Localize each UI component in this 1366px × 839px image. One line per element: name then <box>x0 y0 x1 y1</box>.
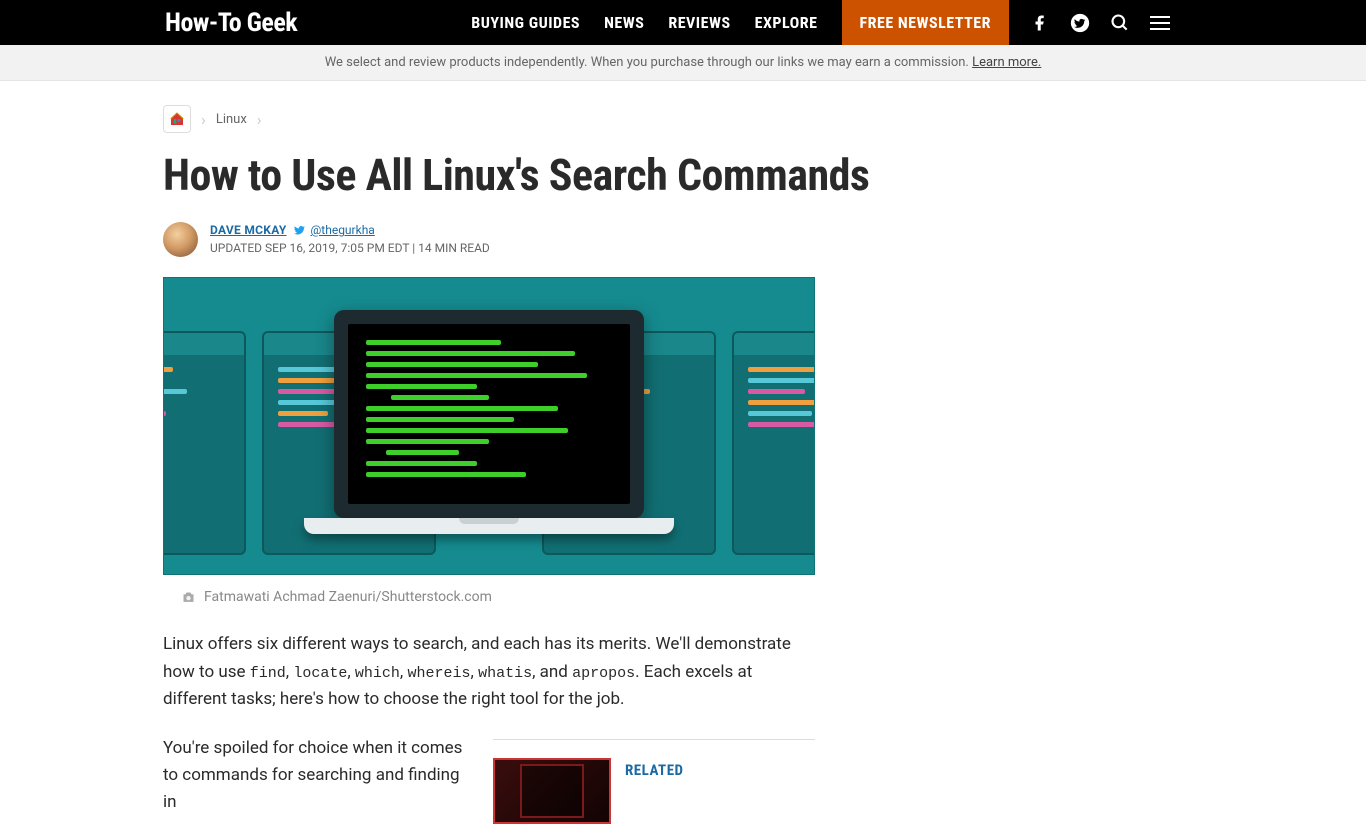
affiliate-learn-more[interactable]: Learn more. <box>972 55 1041 70</box>
hero-image <box>163 277 815 575</box>
article-title: How to Use All Linux's Search Commands <box>163 151 1203 199</box>
author-avatar[interactable] <box>163 222 198 257</box>
search-icon[interactable] <box>1109 12 1131 34</box>
facebook-icon[interactable] <box>1029 12 1051 34</box>
byline: DAVE MCKAY @thegurkha UPDATED SEP 16, 20… <box>163 221 1203 257</box>
article-body: Linux offers six different ways to searc… <box>163 631 815 816</box>
cmd-whatis: whatis <box>478 665 532 682</box>
menu-icon[interactable] <box>1149 12 1171 34</box>
related-label: RELATED <box>625 758 684 782</box>
cmd-which: which <box>355 665 400 682</box>
twitter-bird-icon <box>293 223 308 237</box>
publish-meta: UPDATED SEP 16, 2019, 7:05 PM EDT | 14 M… <box>210 239 490 257</box>
twitter-icon[interactable] <box>1069 12 1091 34</box>
newsletter-button[interactable]: FREE NEWSLETTER <box>842 0 1009 45</box>
camera-icon <box>181 590 196 605</box>
site-logo[interactable]: How-To Geek <box>165 0 297 45</box>
chevron-right-icon: › <box>257 110 262 129</box>
cmd-find: find <box>250 665 286 682</box>
page: › Linux › How to Use All Linux's Search … <box>163 81 1203 817</box>
author-twitter[interactable]: @thegurkha <box>311 223 375 237</box>
nav-news[interactable]: NEWS <box>604 13 644 32</box>
image-credit-text: Fatmawati Achmad Zaenuri/Shutterstock.co… <box>204 589 492 605</box>
nav-icons <box>1009 0 1171 45</box>
intro-paragraph: Linux offers six different ways to searc… <box>163 631 815 713</box>
nav-right: BUYING GUIDES NEWS REVIEWS EXPLORE FREE … <box>471 0 1171 45</box>
chevron-right-icon: › <box>201 110 206 129</box>
cmd-whereis: whereis <box>407 665 470 682</box>
nav-links: BUYING GUIDES NEWS REVIEWS EXPLORE <box>471 0 841 45</box>
nav-reviews[interactable]: REVIEWS <box>668 13 730 32</box>
author-link[interactable]: DAVE MCKAY <box>210 223 287 237</box>
affiliate-disclosure: We select and review products independen… <box>0 45 1366 81</box>
nav-buying-guides[interactable]: BUYING GUIDES <box>471 13 580 32</box>
home-icon[interactable] <box>163 105 191 133</box>
cmd-apropos: apropos <box>572 665 635 682</box>
breadcrumb: › Linux › <box>163 105 1203 133</box>
affiliate-text: We select and review products independen… <box>325 55 972 70</box>
breadcrumb-category[interactable]: Linux <box>216 112 247 127</box>
image-credit: Fatmawati Achmad Zaenuri/Shutterstock.co… <box>163 575 815 631</box>
top-nav: How-To Geek BUYING GUIDES NEWS REVIEWS E… <box>0 0 1366 45</box>
cmd-locate: locate <box>293 665 347 682</box>
nav-explore[interactable]: EXPLORE <box>755 13 818 32</box>
related-block[interactable]: RELATED <box>493 739 815 824</box>
